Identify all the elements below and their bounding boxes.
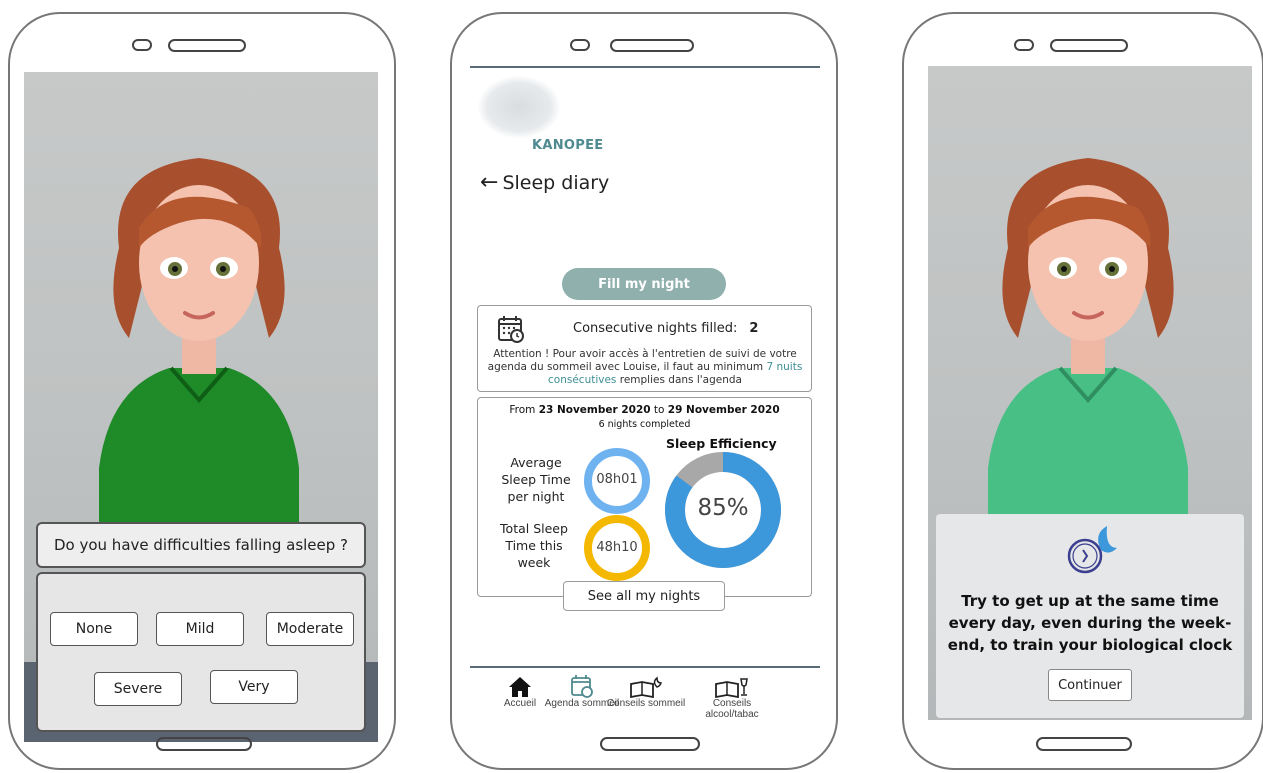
answer-very-button[interactable]: Very (210, 670, 298, 704)
kanopee-logo-icon (478, 76, 560, 138)
efficiency-value: 85% (697, 495, 749, 521)
home-button[interactable] (1036, 737, 1132, 751)
avatar-scene: Do you have difficulties falling asleep … (24, 72, 378, 742)
phone-frame-advice: Try to get up at the same time every day… (902, 12, 1263, 770)
avatar-girl (968, 138, 1208, 528)
sleep-diary-screen: KANOPEE ← Sleep diary Fill my night Cons… (470, 66, 820, 728)
home-button[interactable] (156, 737, 252, 751)
consecutive-value: 2 (749, 321, 759, 336)
consecutive-nights-text: Consecutive nights filled: 2 (573, 321, 758, 336)
bottom-nav: Accueil Agenda sommeil Conseils sommeil … (470, 666, 820, 726)
see-all-nights-button[interactable]: See all my nights (563, 581, 725, 611)
header: ← Sleep diary (480, 172, 610, 195)
attention-notice: Attention ! Pour avoir accès à l'entreti… (486, 348, 804, 387)
advice-text: Try to get up at the same time every day… (947, 592, 1233, 654)
kanopee-logo-text: KANOPEE (532, 138, 604, 153)
back-arrow-icon[interactable]: ← (480, 172, 498, 194)
avatar-girl (79, 138, 319, 528)
home-button[interactable] (600, 737, 700, 751)
nav-item-conseils-sommeil[interactable]: Conseils sommeil (606, 672, 686, 709)
nav-label-conseils-alcool: Conseils alcool/tabac (705, 698, 759, 720)
phone-frame-question: Do you have difficulties falling asleep … (8, 12, 396, 770)
clock-moon-icon (1063, 522, 1119, 582)
consecutive-nights-card: Consecutive nights filled: 2 Attention ! … (477, 305, 812, 392)
weekly-summary-card: From 23 November 2020 to 29 November 202… (477, 397, 812, 611)
speaker-grille (168, 39, 246, 52)
book-moon-icon (630, 676, 663, 698)
answer-mild-button[interactable]: Mild (156, 612, 244, 646)
attention-text-1: Attention ! Pour avoir accès à l'entreti… (487, 348, 797, 373)
average-sleep-value: 08h01 (596, 472, 638, 487)
calendar-clock-icon (496, 314, 526, 348)
book-glass-icon (715, 678, 748, 698)
home-icon (509, 677, 531, 697)
continue-button[interactable]: Continuer (1048, 669, 1132, 701)
answer-panel: None Mild Moderate Severe Very (36, 572, 366, 732)
camera-icon (1014, 39, 1034, 51)
calendar-icon (571, 675, 593, 698)
question-box: Do you have difficulties falling asleep … (36, 522, 366, 568)
speaker-grille (610, 39, 694, 52)
answer-moderate-button[interactable]: Moderate (266, 612, 354, 646)
nav-item-conseils-alcool[interactable]: Conseils alcool/tabac (686, 672, 778, 720)
question-text: Do you have difficulties falling asleep … (53, 536, 349, 554)
phone-frame-diary: KANOPEE ← Sleep diary Fill my night Cons… (450, 12, 838, 770)
total-sleep-value: 48h10 (596, 540, 638, 555)
attention-text-2: remplies dans l'agenda (616, 374, 742, 386)
page-title: Sleep diary (502, 172, 610, 194)
speaker-grille (1050, 39, 1128, 52)
avatar-scene: Try to get up at the same time every day… (928, 66, 1252, 720)
summary-rings (584, 448, 781, 581)
advice-card: Try to get up at the same time every day… (936, 514, 1244, 718)
answer-none-button[interactable]: None (50, 612, 138, 646)
consecutive-label: Consecutive nights filled: (573, 321, 738, 336)
fill-my-night-button[interactable]: Fill my night (562, 268, 726, 300)
camera-icon (570, 39, 590, 51)
nav-label-conseils-sommeil: Conseils sommeil (606, 698, 686, 709)
camera-icon (132, 39, 152, 51)
answer-severe-button[interactable]: Severe (94, 672, 182, 706)
